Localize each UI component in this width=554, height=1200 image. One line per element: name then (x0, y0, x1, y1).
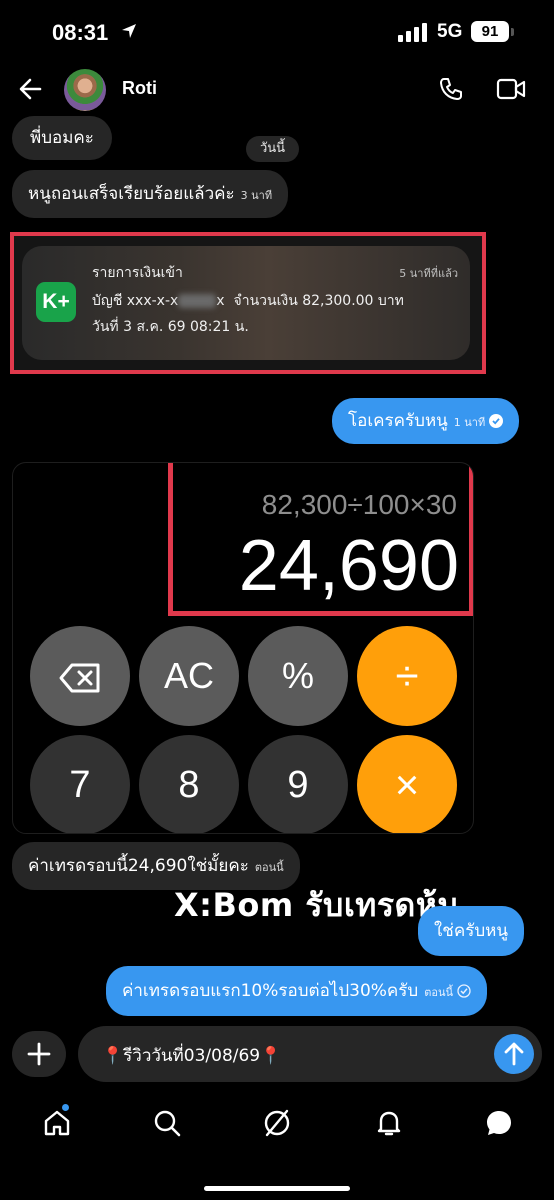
bottom-navigation (0, 1100, 554, 1160)
message-text: โอเครครับหนู (348, 411, 448, 431)
multiply-key: × (357, 735, 457, 833)
signal-bars-icon (398, 23, 427, 42)
watermark-text: X:Bom รับเทรดหุ้น (174, 886, 460, 924)
message-time: 3 นาที (240, 189, 273, 202)
percent-key: % (248, 626, 348, 726)
message-incoming[interactable]: พี่บอมคะ (12, 116, 112, 160)
message-input-text[interactable]: 📍รีวิววันที่03/08/69📍 (102, 1042, 281, 1069)
calculator-expression: 82,300÷100×30 (261, 489, 457, 520)
home-indicator (204, 1186, 350, 1191)
phone-icon[interactable] (438, 76, 464, 102)
bank-notification-screenshot[interactable]: K+ รายการเงินเข้า 5 นาทีที่แล้ว บัญชี xx… (10, 232, 486, 374)
message-text: ใช่ครับหนู (434, 921, 508, 941)
backspace-icon (59, 663, 100, 693)
home-notification-dot (62, 1104, 69, 1111)
account-suffix: x (216, 293, 225, 309)
eight-key: 8 (139, 735, 239, 833)
backspace-key (30, 626, 130, 726)
battery-icon: 91 (471, 21, 509, 42)
sent-check-icon (457, 984, 471, 998)
search-icon[interactable] (152, 1108, 182, 1138)
message-time: ตอนนี้ (424, 986, 454, 999)
message-incoming[interactable]: หนูถอนเสร็จเรียบร้อยแล้วค่ะ 3 นาที (12, 170, 289, 218)
message-outgoing[interactable]: ใช่ครับหนู (418, 906, 524, 956)
message-input[interactable]: 📍รีวิววันที่03/08/69📍 (78, 1026, 542, 1082)
chat-header: Roti (0, 64, 554, 116)
date-separator: วันนี้ (246, 136, 300, 162)
network-type: 5G (437, 21, 463, 42)
message-outgoing[interactable]: โอเครครับหนู 1 นาที (332, 398, 520, 444)
nine-key: 9 (248, 735, 348, 833)
ac-key: AC (139, 626, 239, 726)
battery-tip (511, 28, 514, 36)
calculator-screenshot[interactable]: 82,300÷100×30 24,690 AC % ÷ 7 8 9 × (12, 462, 474, 834)
location-arrow-icon (122, 24, 136, 38)
notification-title: รายการเงินเข้า (92, 265, 183, 281)
seven-key: 7 (30, 735, 130, 833)
message-text: ค่าเทรดรอบแรก10%รอบต่อไป30%ครับ (122, 981, 419, 1001)
status-bar: 08:31 5G 91 (0, 0, 554, 64)
amount-text: จำนวนเงิน 82,300.00 บาท (233, 293, 404, 309)
message-text: พี่บอมคะ (30, 128, 94, 148)
home-icon[interactable] (42, 1108, 72, 1138)
notification-account-line: บัญชี xxx-x-x x จำนวนเงิน 82,300.00 บาท (92, 290, 404, 312)
messages-icon[interactable] (484, 1108, 514, 1138)
message-time: ตอนนี้ (254, 861, 284, 874)
message-outgoing[interactable]: ค่าเทรดรอบแรก10%รอบต่อไป30%ครับ ตอนนี้ (106, 966, 488, 1016)
calculator-result: 24,690 (238, 526, 459, 606)
bell-icon[interactable] (374, 1108, 404, 1138)
explore-icon[interactable] (262, 1108, 292, 1138)
notification-date: วันที่ 3 ส.ค. 69 08:21 น. (92, 319, 249, 335)
contact-name[interactable]: Roti (122, 78, 157, 99)
back-arrow-icon[interactable] (18, 76, 44, 102)
send-button[interactable] (494, 1034, 534, 1074)
message-text: ค่าเทรดรอบนี้24,690ใช่มั้ยคะ (28, 856, 249, 876)
bank-notification: K+ รายการเงินเข้า 5 นาทีที่แล้ว บัญชี xx… (22, 246, 470, 360)
message-text: หนูถอนเสร็จเรียบร้อยแล้วค่ะ (28, 184, 235, 204)
seen-check-icon (489, 414, 504, 428)
kplus-app-icon: K+ (36, 282, 76, 322)
account-prefix: บัญชี xxx-x-x (92, 293, 179, 309)
divide-key: ÷ (357, 626, 457, 726)
video-call-icon[interactable] (496, 77, 526, 101)
avatar[interactable] (64, 69, 106, 111)
message-time: 1 นาที (453, 416, 486, 429)
plus-icon (27, 1042, 51, 1066)
status-time: 08:31 (52, 20, 109, 45)
blurred-account-digits (178, 294, 217, 308)
add-attachment-button[interactable] (12, 1031, 66, 1077)
notification-time: 5 นาทีที่แล้ว (399, 267, 458, 280)
send-arrow-icon (504, 1042, 524, 1066)
